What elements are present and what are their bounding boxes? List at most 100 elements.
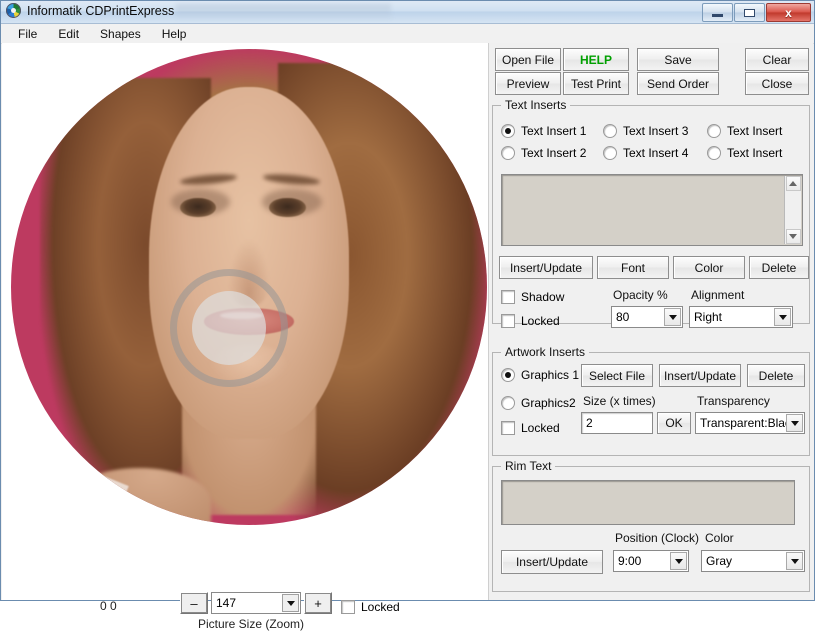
- menu-item-shapes[interactable]: Shapes: [91, 25, 150, 43]
- transparency-label: Transparency: [697, 394, 770, 408]
- opacity-label: Opacity %: [613, 288, 668, 302]
- transparency-combo[interactable]: Transparent:Blac: [695, 412, 805, 434]
- text-insert-editor[interactable]: [501, 174, 803, 246]
- radio-label: Graphics2: [521, 396, 576, 410]
- eye-right: [269, 197, 306, 218]
- checkbox-box: [501, 290, 515, 304]
- radio-label: Text Insert 1: [521, 124, 587, 138]
- minimize-icon: [712, 13, 723, 17]
- artwork-inserts-group: Artwork Inserts Graphics 1 Graphics2 Loc…: [492, 345, 810, 456]
- text-font-button[interactable]: Font: [597, 256, 669, 279]
- save-button[interactable]: Save: [637, 48, 719, 71]
- zoom-decrease-button[interactable]: –: [180, 592, 208, 614]
- text-delete-button[interactable]: Delete: [749, 256, 809, 279]
- radio-dot: [501, 146, 515, 160]
- radio-text-insert-2[interactable]: Text Insert 2: [501, 146, 586, 160]
- title-bar-left: Informatik CDPrintExpress: [6, 3, 174, 18]
- cd-canvas-pane[interactable]: 0 0 – 147 + Picture Size (Zoom) Locked: [2, 43, 489, 631]
- alignment-dropdown-arrow[interactable]: [774, 308, 791, 326]
- menu-item-file[interactable]: File: [9, 25, 46, 43]
- rim-insert-update-button[interactable]: Insert/Update: [501, 550, 603, 574]
- checkbox-box: [501, 314, 515, 328]
- radio-label: Graphics 1: [521, 368, 580, 382]
- scroll-up-button[interactable]: [785, 176, 801, 191]
- artwork-insert-update-button[interactable]: Insert/Update: [659, 364, 741, 387]
- text-insert-update-button[interactable]: Insert/Update: [499, 256, 593, 279]
- zoom-dropdown-arrow[interactable]: [282, 594, 299, 612]
- radio-text-insert-6[interactable]: Text Insert: [707, 146, 782, 160]
- test-print-button[interactable]: Test Print: [563, 72, 629, 95]
- radio-dot: [501, 368, 515, 382]
- rim-color-dropdown-arrow[interactable]: [786, 552, 803, 570]
- scroll-down-button[interactable]: [785, 229, 801, 244]
- preview-button[interactable]: Preview: [495, 72, 561, 95]
- position-dropdown-arrow[interactable]: [670, 552, 687, 570]
- radio-dot: [603, 146, 617, 160]
- rim-color-label: Color: [705, 531, 734, 545]
- cd-center-hole: [192, 291, 266, 365]
- zoom-increase-button[interactable]: +: [304, 592, 332, 614]
- transparency-dropdown-arrow[interactable]: [786, 414, 803, 432]
- radio-dot: [501, 124, 515, 138]
- text-inserts-legend: Text Inserts: [501, 98, 571, 112]
- close-button[interactable]: x: [766, 3, 811, 22]
- radio-text-insert-5[interactable]: Text Insert: [707, 124, 782, 138]
- controls-panel: Open File HELP Save Clear Preview Test P…: [489, 43, 813, 600]
- size-ok-button[interactable]: OK: [657, 412, 691, 434]
- radio-text-insert-3[interactable]: Text Insert 3: [603, 124, 688, 138]
- opacity-dropdown-arrow[interactable]: [664, 308, 681, 326]
- shadow-checkbox[interactable]: Shadow: [501, 290, 564, 304]
- checkbox-box: [341, 600, 355, 614]
- title-bar: Informatik CDPrintExpress x: [1, 1, 814, 24]
- open-file-button[interactable]: Open File: [495, 48, 561, 71]
- select-file-button[interactable]: Select File: [581, 364, 653, 387]
- zoom-label: Picture Size (Zoom): [198, 617, 305, 631]
- transparency-value: Transparent:Blac: [700, 416, 791, 430]
- size-input[interactable]: 2: [581, 412, 653, 434]
- cd-disc-icon: [6, 3, 21, 18]
- text-locked-label: Locked: [521, 314, 560, 328]
- radio-dot: [707, 124, 721, 138]
- position-clock-value: 9:00: [618, 554, 642, 568]
- zoom-combo[interactable]: 147: [211, 592, 301, 614]
- alignment-combo[interactable]: Right: [689, 306, 793, 328]
- menu-item-edit[interactable]: Edit: [49, 25, 88, 43]
- zoom-controls: – 147 +: [180, 592, 332, 614]
- position-clock-combo[interactable]: 9:00: [613, 550, 689, 572]
- rim-text-editor[interactable]: [501, 480, 795, 525]
- close-window-button[interactable]: Close: [745, 72, 809, 95]
- radio-label: Text Insert 2: [521, 146, 587, 160]
- text-insert-scrollbar[interactable]: [784, 176, 801, 244]
- text-color-button[interactable]: Color: [673, 256, 745, 279]
- chevron-down-icon: [790, 558, 799, 564]
- radio-graphics-1[interactable]: Graphics 1: [501, 368, 579, 382]
- window-controls: x: [702, 3, 811, 22]
- send-order-button[interactable]: Send Order: [637, 72, 719, 95]
- artwork-locked-checkbox[interactable]: Locked: [501, 421, 560, 435]
- shadow-label: Shadow: [521, 290, 565, 304]
- radio-label: Text Insert 4: [623, 146, 689, 160]
- artwork-locked-label: Locked: [521, 421, 560, 435]
- eye-left: [179, 197, 216, 218]
- maximize-icon: [744, 8, 755, 17]
- artwork-delete-button[interactable]: Delete: [747, 364, 805, 387]
- maximize-button[interactable]: [734, 3, 765, 22]
- help-button[interactable]: HELP: [563, 48, 629, 71]
- radio-dot: [501, 396, 515, 410]
- minimize-button[interactable]: [702, 3, 733, 22]
- chevron-down-icon: [778, 314, 787, 320]
- radio-dot: [603, 124, 617, 138]
- opacity-combo[interactable]: 80: [611, 306, 683, 328]
- picture-locked-checkbox[interactable]: Locked: [341, 600, 400, 614]
- menu-item-help[interactable]: Help: [153, 25, 196, 43]
- radio-text-insert-1[interactable]: Text Insert 1: [501, 124, 586, 138]
- radio-graphics-2[interactable]: Graphics2: [501, 396, 576, 410]
- clear-button[interactable]: Clear: [745, 48, 809, 71]
- text-inserts-group: Text Inserts Text Insert 1 Text Insert 2…: [492, 98, 810, 328]
- chevron-down-icon: [674, 558, 683, 564]
- radio-text-insert-4[interactable]: Text Insert 4: [603, 146, 688, 160]
- text-locked-checkbox[interactable]: Locked: [501, 314, 560, 328]
- rim-color-combo[interactable]: Gray: [701, 550, 805, 572]
- artwork-inserts-legend: Artwork Inserts: [501, 345, 590, 359]
- position-clock-label: Position (Clock): [615, 531, 700, 545]
